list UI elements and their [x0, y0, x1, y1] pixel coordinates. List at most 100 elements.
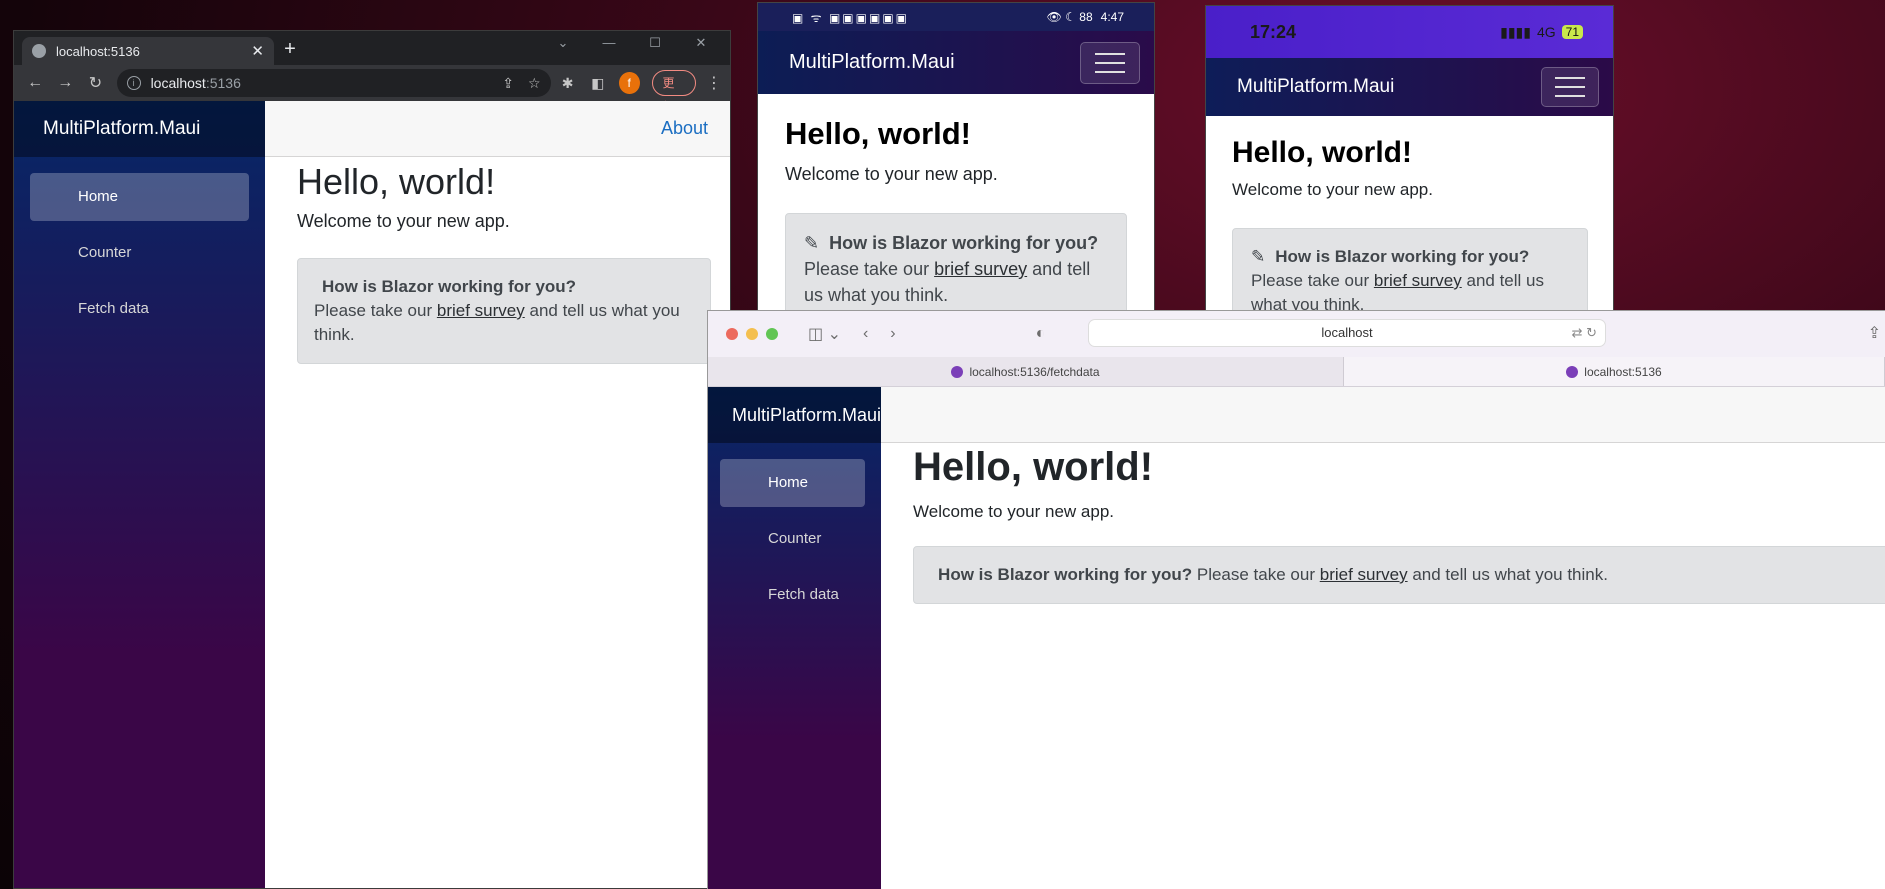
nav-home[interactable]: Home	[30, 173, 249, 221]
chrome-tab[interactable]: localhost:5136 ✕	[22, 37, 274, 65]
zoom-traffic-light[interactable]	[766, 328, 778, 340]
brand-link[interactable]: MultiPlatform.Maui	[789, 51, 955, 74]
side-panel-icon[interactable]: ◧	[585, 75, 611, 92]
welcome-text: Welcome to your new app.	[913, 502, 1115, 521]
sidebar-toggle-icon[interactable]: ◫ ⌄	[808, 324, 841, 344]
brand-bar: MultiPlatform.Maui	[708, 387, 882, 443]
minimize-traffic-light[interactable]	[746, 328, 758, 340]
battery-icon: 71	[1561, 25, 1583, 39]
survey-alert: How is Blazor working for you? Please ta…	[913, 546, 1885, 604]
share-icon[interactable]: ⇪	[502, 75, 514, 92]
brand-bar: MultiPlatform.Maui	[14, 101, 265, 157]
blazor-favicon-icon	[1566, 365, 1579, 378]
survey-link[interactable]: brief survey	[1374, 271, 1462, 290]
status-right-icons: 👁 ☾ 88	[1046, 10, 1093, 24]
safari-app: MultiPlatform.Maui Home Counter Fetch da…	[708, 387, 1885, 889]
survey-question: How is Blazor working for you?	[829, 233, 1099, 253]
nav-fetch-data[interactable]: Fetch data	[30, 285, 249, 333]
tab-search-icon[interactable]: ⌄	[540, 35, 586, 51]
survey-alert: ✎ How is Blazor working for you? Please t…	[1232, 228, 1588, 317]
blazor-favicon-icon	[951, 365, 964, 378]
globe-icon	[32, 44, 46, 58]
hamburger-menu-icon[interactable]	[1541, 67, 1599, 107]
survey-alert: ✎ How is Blazor working for you? Please t…	[785, 213, 1127, 317]
brand-link[interactable]: MultiPlatform.Maui	[1237, 76, 1394, 98]
welcome-text: Welcome to your new app.	[297, 211, 510, 231]
pencil-icon: ✎	[804, 233, 820, 253]
safari-address-text: localhost	[1321, 325, 1373, 340]
welcome-text: Welcome to your new app.	[1232, 180, 1433, 199]
chrome-tab-title: localhost:5136	[56, 43, 140, 59]
brand-link[interactable]: MultiPlatform.Maui	[732, 405, 881, 426]
status-time: 17:24	[1250, 21, 1297, 42]
reload-icon[interactable]: ⇄ ↻	[1572, 320, 1597, 346]
signal-icon: ▮▮▮▮	[1500, 23, 1531, 40]
top-row	[881, 387, 1885, 443]
menu-kebab-icon[interactable]: ⋮	[706, 73, 722, 93]
safari-tab-label: localhost:5136/fetchdata	[969, 364, 1100, 379]
survey-prefix: Please take our	[314, 301, 433, 320]
close-tab-icon[interactable]: ✕	[251, 42, 264, 60]
survey-alert: How is Blazor working for you? Please ta…	[297, 258, 711, 364]
back-icon[interactable]: ‹	[863, 325, 868, 343]
back-icon[interactable]: ←	[22, 74, 48, 92]
update-button[interactable]: 更新	[651, 70, 696, 114]
nav-home[interactable]: Home	[720, 459, 866, 507]
extensions-puzzle-icon[interactable]: ✱	[555, 75, 581, 92]
maximize-button[interactable]: ☐	[632, 35, 678, 51]
bookmark-star-icon[interactable]: ☆	[528, 75, 541, 92]
page-heading: Hello, world!	[1232, 136, 1412, 169]
nav-menu: Home Counter Fetch data	[14, 157, 265, 333]
survey-prefix: Please take our	[804, 259, 930, 279]
safari-address-bar[interactable]: localhost ⇄ ↻	[1088, 319, 1606, 347]
page-heading: Hello, world!	[297, 161, 496, 202]
survey-link[interactable]: brief survey	[437, 301, 525, 320]
safari-titlebar: ◫ ⌄ ‹ › ◐ localhost ⇄ ↻ ⇪	[708, 311, 1885, 357]
nav-counter[interactable]: Counter	[30, 229, 249, 277]
safari-tab-bar: localhost:5136/fetchdata localhost:5136	[708, 357, 1885, 387]
hamburger-menu-icon[interactable]	[1080, 41, 1140, 84]
chrome-app: MultiPlatform.Maui Home Counter Fetch da…	[14, 101, 730, 888]
site-info-icon[interactable]: i	[126, 76, 141, 90]
mobile-navbar: MultiPlatform.Maui	[1206, 58, 1613, 116]
nav-counter[interactable]: Counter	[720, 515, 865, 563]
page-heading: Hello, world!	[785, 116, 971, 151]
forward-icon[interactable]: ›	[890, 325, 895, 343]
address-host: localhost	[150, 75, 206, 91]
address-bar[interactable]: i localhost:5136 ⇪ ☆	[116, 69, 551, 97]
share-icon[interactable]: ⇪	[1868, 323, 1881, 343]
privacy-shield-icon[interactable]: ◐	[1036, 325, 1046, 343]
main-content: Hello, world! Welcome to your new app. H…	[881, 387, 1885, 889]
top-row: About	[265, 101, 730, 157]
brand-link[interactable]: MultiPlatform.Maui	[43, 118, 200, 140]
mobile-navbar: MultiPlatform.Maui	[758, 31, 1154, 94]
new-tab-button[interactable]: +	[278, 38, 302, 61]
safari-tab-fetchdata[interactable]: localhost:5136/fetchdata	[708, 357, 1344, 386]
window-controls: ⌄ — ☐ ✕	[540, 35, 724, 51]
survey-suffix: and tell us what you think.	[1412, 565, 1608, 584]
sidebar: MultiPlatform.Maui Home Counter Fetch da…	[708, 387, 882, 889]
safari-tab-label: localhost:5136	[1584, 364, 1662, 379]
phone-status-bar: ▣ ᯤ ▣▣▣▣▣▣ 👁 ☾ 88 4:47	[758, 3, 1154, 31]
status-time: 4:47	[1100, 10, 1124, 24]
nav-fetch-data[interactable]: Fetch data	[720, 571, 865, 619]
reload-icon[interactable]: ↻	[82, 73, 108, 93]
close-traffic-light[interactable]	[726, 328, 738, 340]
survey-link[interactable]: brief survey	[1320, 565, 1408, 584]
profile-avatar[interactable]: f	[618, 72, 640, 94]
survey-question: How is Blazor working for you?	[1275, 247, 1530, 266]
network-label: 4G	[1536, 24, 1556, 40]
welcome-text: Welcome to your new app.	[785, 164, 998, 184]
chrome-window: localhost:5136 ✕ + ⌄ — ☐ ✕ ← → ↻ i local…	[13, 30, 731, 889]
status-left-icons: ▣ ᯤ ▣▣▣▣▣▣	[792, 10, 909, 25]
android-phone-window: ▣ ᯤ ▣▣▣▣▣▣ 👁 ☾ 88 4:47 MultiPlatform.Mau…	[757, 2, 1155, 318]
survey-link[interactable]: brief survey	[934, 259, 1027, 279]
close-window-button[interactable]: ✕	[678, 35, 724, 51]
about-link[interactable]: About	[661, 118, 708, 139]
forward-icon[interactable]: →	[52, 74, 78, 92]
safari-window: ◫ ⌄ ‹ › ◐ localhost ⇄ ↻ ⇪ localhost:5136…	[707, 310, 1885, 889]
safari-tab-home[interactable]: localhost:5136	[1344, 357, 1885, 386]
survey-question: How is Blazor working for you?	[938, 565, 1193, 584]
minimize-button[interactable]: —	[586, 35, 632, 51]
pencil-icon: ✎	[1251, 247, 1266, 266]
